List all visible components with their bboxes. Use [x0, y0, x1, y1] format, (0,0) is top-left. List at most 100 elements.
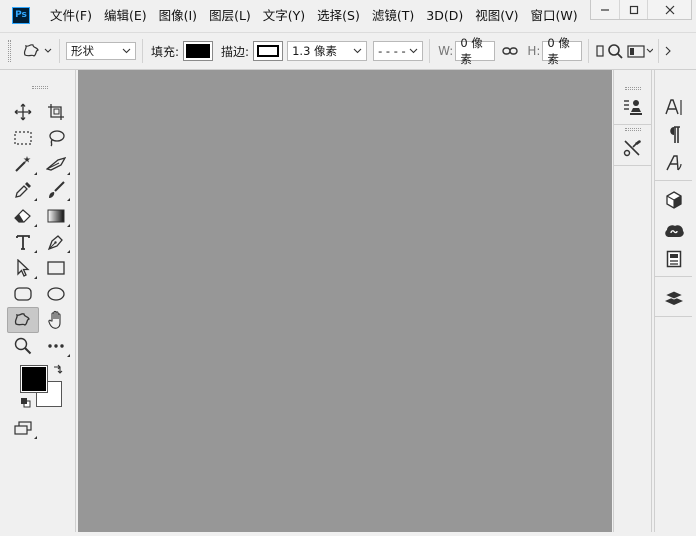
chevron-down-icon	[353, 48, 362, 54]
pen-tool[interactable]	[41, 230, 71, 254]
options-bar: 形状 填充: 描边: 1.3 像素 - - - - W: 0 像素 H: 0 像…	[0, 32, 696, 70]
separator	[59, 39, 60, 63]
menu-select[interactable]: 选择(S)	[311, 0, 366, 32]
divider	[655, 180, 692, 181]
fill-swatch-button[interactable]	[183, 41, 214, 61]
menu-filter[interactable]: 滤镜(T)	[366, 0, 420, 32]
stroke-type-select[interactable]: - - - -	[373, 41, 424, 61]
hand-tool[interactable]	[41, 308, 71, 332]
3d-cube-icon	[665, 191, 682, 209]
separator	[429, 39, 431, 63]
slice-tool[interactable]	[41, 152, 71, 176]
eyedropper-tool[interactable]	[8, 178, 38, 202]
tool-presets-panel-button[interactable]	[614, 133, 651, 163]
chevron-down-icon	[122, 48, 131, 54]
paragraph-panel-button[interactable]	[655, 120, 692, 150]
glyphs-panel-button[interactable]	[655, 148, 692, 178]
rounded-rectangle-tool[interactable]	[8, 282, 38, 306]
canvas-area[interactable]	[78, 70, 612, 532]
stroke-type-value: - - - -	[378, 44, 406, 58]
channels-panel-button[interactable]	[655, 244, 692, 274]
search-button[interactable]	[605, 43, 625, 59]
more-tools-button[interactable]	[41, 334, 71, 358]
tool-group-indicator	[34, 198, 37, 201]
menu-file[interactable]: 文件(F)	[44, 0, 98, 32]
tool-group-indicator	[67, 172, 70, 175]
tool-mode-select[interactable]: 形状	[66, 42, 136, 60]
screen-mode-icon	[14, 421, 32, 435]
menu-type[interactable]: 文字(Y)	[257, 0, 311, 32]
stroke-swatch-button[interactable]	[253, 41, 284, 61]
zoom-tool[interactable]	[8, 334, 38, 358]
rectangular-marquee-tool[interactable]	[8, 126, 38, 150]
height-value: 0 像素	[547, 36, 570, 66]
maximize-button[interactable]	[619, 0, 647, 19]
slice-icon	[46, 157, 66, 171]
height-label: H:	[527, 44, 541, 58]
menu-window[interactable]: 窗口(W)	[525, 0, 584, 32]
character-panel-button[interactable]	[655, 92, 692, 122]
height-input[interactable]: 0 像素	[542, 36, 583, 66]
eraser-icon	[14, 209, 31, 223]
menu-bar: 文件(F) 编辑(E) 图像(I) 图层(L) 文字(Y) 选择(S) 滤镜(T…	[44, 0, 584, 32]
lasso-tool[interactable]	[41, 126, 71, 150]
close-icon	[665, 5, 674, 14]
libraries-panel-button[interactable]	[655, 216, 692, 246]
tools-panel-grip[interactable]	[32, 86, 48, 89]
panel-group-grip[interactable]	[625, 128, 641, 131]
divider	[655, 276, 692, 277]
stroke-width-select[interactable]: 1.3 像素	[287, 41, 368, 61]
rounded-rectangle-icon	[14, 287, 32, 301]
path-operations-button[interactable]	[595, 44, 605, 58]
workspace-button[interactable]	[625, 44, 655, 58]
link-dimensions-button[interactable]	[499, 45, 521, 57]
tool-mode-value: 形状	[71, 44, 94, 58]
menu-edit[interactable]: 编辑(E)	[98, 0, 153, 32]
screen-mode-button[interactable]	[8, 416, 38, 440]
title-bar: Ps 文件(F) 编辑(E) 图像(I) 图层(L) 文字(Y) 选择(S) 滤…	[0, 0, 696, 32]
options-bar-grip[interactable]	[8, 40, 11, 62]
path-selection-tool[interactable]	[8, 256, 38, 280]
stroke-label: 描边:	[221, 44, 250, 59]
tools-panel	[4, 70, 76, 532]
layers-panel-button[interactable]	[655, 283, 692, 313]
hand-icon	[48, 310, 61, 329]
custom-shape-icon	[23, 44, 39, 57]
artboard-tool[interactable]	[41, 100, 71, 124]
foreground-color-swatch[interactable]	[20, 365, 48, 393]
width-input[interactable]: 0 像素	[455, 36, 496, 66]
custom-shape-tool[interactable]	[7, 307, 39, 333]
creative-cloud-icon	[664, 225, 684, 237]
move-tool[interactable]	[8, 100, 38, 124]
swap-colors-button[interactable]	[52, 364, 64, 379]
3d-panel-button[interactable]	[655, 186, 692, 216]
menu-view[interactable]: 视图(V)	[469, 0, 524, 32]
path-operations-icon	[596, 45, 604, 57]
tool-preset-picker[interactable]	[21, 41, 53, 61]
default-colors-button[interactable]	[20, 397, 31, 411]
type-tool[interactable]	[8, 230, 38, 254]
artboard-icon	[48, 104, 64, 120]
minimize-button[interactable]	[591, 0, 619, 19]
panel-group-grip[interactable]	[625, 87, 641, 90]
ellipse-tool[interactable]	[41, 282, 71, 306]
brush-tool[interactable]	[41, 178, 71, 202]
properties-panel-button[interactable]	[614, 92, 651, 122]
rectangle-icon	[47, 261, 65, 275]
separator	[588, 39, 590, 63]
glyphs-icon	[665, 155, 682, 171]
brush-icon	[49, 181, 65, 198]
gradient-tool[interactable]	[41, 204, 71, 228]
close-button[interactable]	[647, 0, 691, 19]
separator	[658, 39, 660, 63]
magic-wand-tool[interactable]	[8, 152, 38, 176]
pen-icon	[47, 235, 63, 251]
rectangle-tool[interactable]	[41, 256, 71, 280]
menu-image[interactable]: 图像(I)	[153, 0, 203, 32]
magic-wand-icon	[15, 156, 31, 172]
width-label: W:	[438, 44, 454, 58]
menu-3d[interactable]: 3D(D)	[420, 0, 469, 32]
menu-layer[interactable]: 图层(L)	[203, 0, 257, 32]
options-overflow-button[interactable]	[662, 46, 674, 56]
eraser-tool[interactable]	[8, 204, 38, 228]
